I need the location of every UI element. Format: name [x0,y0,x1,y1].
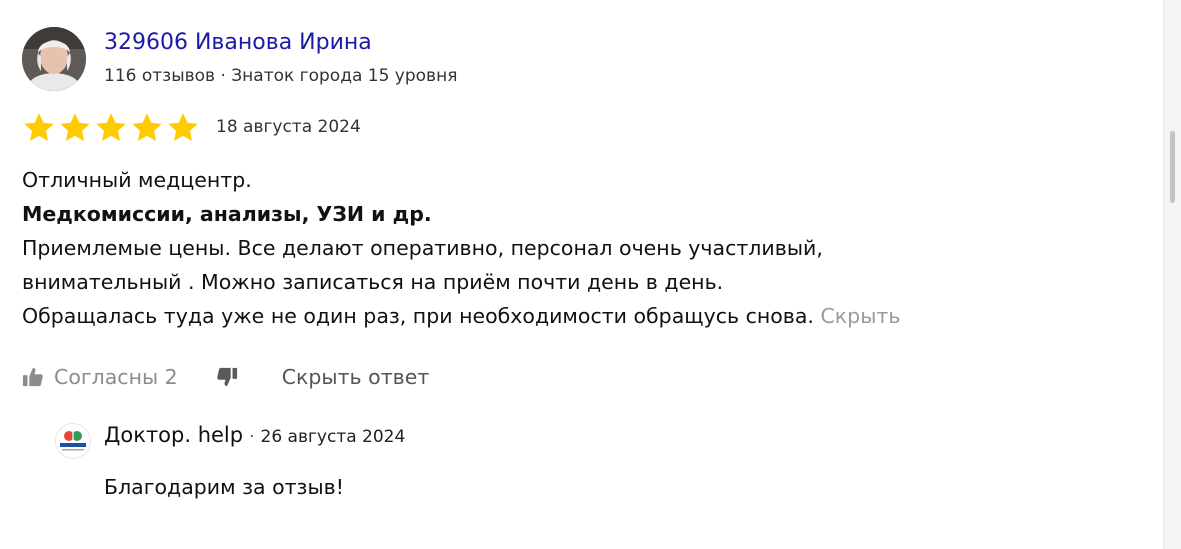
star-icon [24,113,54,142]
review-text-line: Приемлемые цены. Все делают оперативно, … [22,236,823,260]
author-name-link[interactable]: 329606 Иванова Ирина [104,28,372,58]
hide-answer-button[interactable]: Скрыть ответ [282,365,430,389]
scrollbar-thumb[interactable] [1170,131,1175,203]
disagree-button[interactable] [216,366,238,388]
review-text-line-last: Обращалась туда уже не один раз, при нео… [22,299,1132,333]
doctor-help-logo-icon [56,424,90,458]
star-icon [60,113,90,142]
agree-label: Согласны 2 [54,365,178,389]
thumbs-up-icon [22,367,43,387]
author-meta: 116 отзывов · Знаток города 15 уровня [104,66,458,86]
collapse-text-link[interactable]: Скрыть [820,304,900,328]
review-text-line: внимательный . Можно записаться на приём… [22,270,724,294]
organization-logo [56,424,90,458]
reply-organization-name: Доктор. help [104,423,244,447]
review-text-line-bold: Медкомиссии, анализы, УЗИ и др. [22,202,432,226]
review-text-line-content: Обращалась туда уже не один раз, при нео… [22,304,814,328]
review-text: Отличный медцентр. Медкомиссии, анализы,… [22,163,1132,333]
review-date: 18 августа 2024 [216,117,361,137]
thumbs-down-icon [216,367,237,387]
review-card: 329606 Иванова Ирина 116 отзывов · Знато… [0,0,1181,549]
reply-separator: · [249,427,255,447]
avatar-photo [22,27,86,91]
rating-stars [22,111,200,145]
scrollbar[interactable] [1163,0,1181,549]
reply-date: 26 августа 2024 [260,427,406,447]
reply-header: Доктор. help · 26 августа 2024 [104,423,405,455]
agree-button[interactable]: Согласны 2 [22,365,178,389]
review-actions: Согласны 2 Скрыть ответ [22,360,429,394]
star-icon [132,113,162,142]
review-text-line: Отличный медцентр. [22,168,252,192]
author-avatar[interactable] [22,27,86,91]
star-icon [168,113,198,142]
star-icon [96,113,126,142]
reply-text: Благодарим за отзыв! [104,475,344,499]
